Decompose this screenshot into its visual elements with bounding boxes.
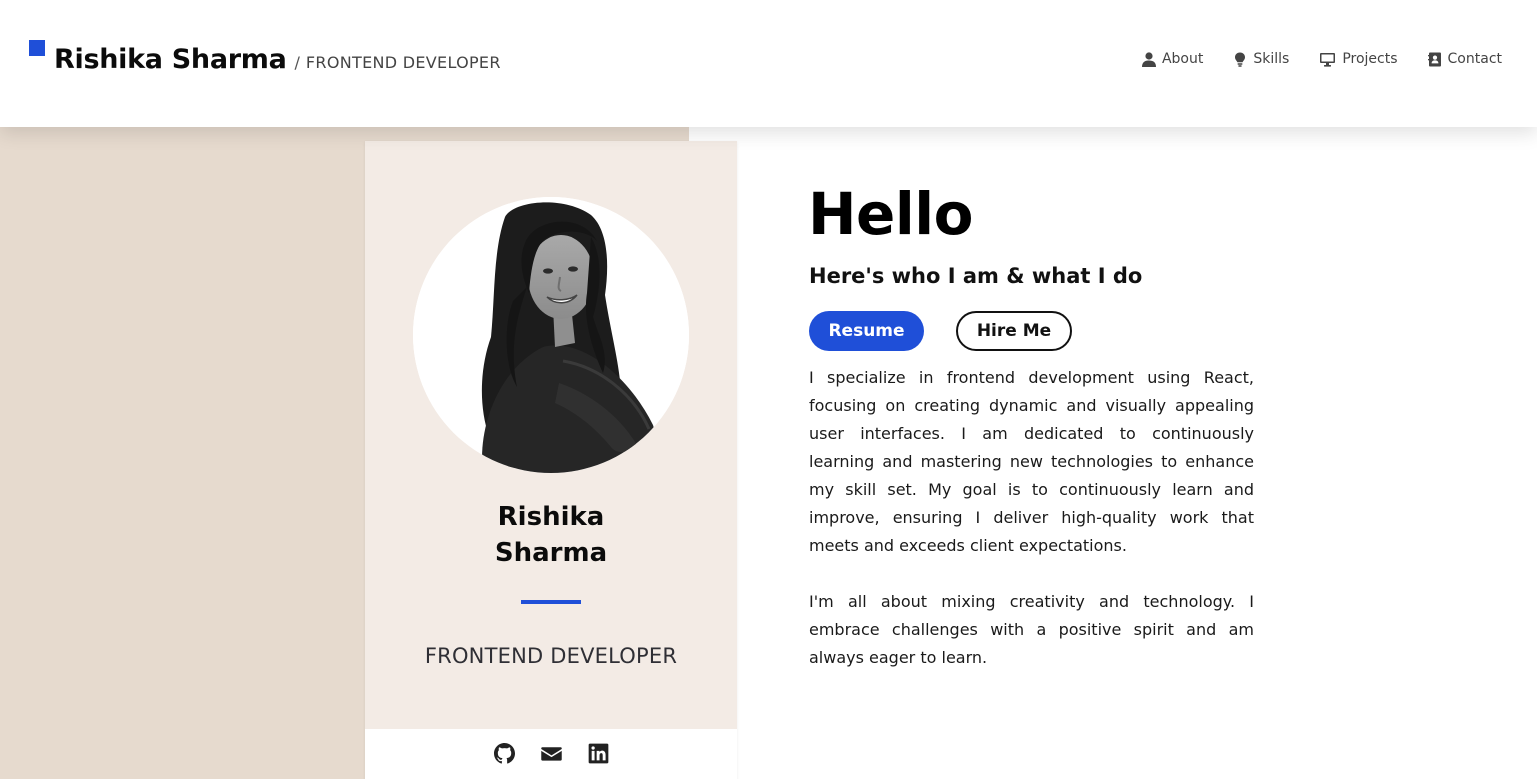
nav-label-about: About	[1161, 51, 1204, 67]
monitor-icon	[1320, 52, 1336, 67]
profile-role: FRONTEND DEVELOPER	[424, 644, 678, 668]
resume-button[interactable]: Resume	[809, 311, 924, 351]
bio: I specialize in frontend development usi…	[809, 364, 1254, 672]
bio-paragraph-2: I'm all about mixing creativity and tech…	[809, 592, 1254, 667]
user-icon	[1141, 51, 1156, 67]
nav-item-projects[interactable]: Projects	[1319, 51, 1398, 67]
profile-card: Rishika Sharma FRONTEND DEVELOPER	[365, 141, 737, 779]
brand-square-icon	[29, 40, 45, 56]
brand[interactable]: Rishika Sharma / FRONTEND DEVELOPER	[29, 40, 501, 75]
page: Rishika Sharma / FRONTEND DEVELOPER Abou…	[0, 0, 1537, 779]
address-book-icon	[1427, 52, 1441, 66]
nav-item-about[interactable]: About	[1141, 51, 1204, 67]
hero-subtitle: Here's who I am & what I do	[809, 264, 1143, 288]
hire-me-button[interactable]: Hire Me	[956, 311, 1072, 351]
nav-label-skills: Skills	[1253, 51, 1290, 67]
nav-label-projects: Projects	[1342, 51, 1398, 67]
profile-photo	[413, 197, 689, 473]
brand-name: Rishika Sharma	[54, 44, 287, 75]
profile-name: Rishika Sharma	[365, 499, 737, 571]
hero-greeting: Hello	[808, 180, 974, 248]
nav-label-contact: Contact	[1447, 51, 1502, 67]
nav-item-skills[interactable]: Skills	[1233, 51, 1289, 67]
brand-separator: /	[294, 53, 300, 72]
linkedin-icon[interactable]	[588, 743, 609, 764]
social-links	[365, 729, 737, 779]
profile-divider	[521, 600, 581, 604]
site-header: Rishika Sharma / FRONTEND DEVELOPER Abou…	[0, 0, 1537, 127]
nav-item-contact[interactable]: Contact	[1427, 51, 1502, 67]
main-nav: About Skills Projects Contact	[1141, 51, 1502, 67]
profile-photo-illustration	[413, 197, 689, 473]
brand-role: FRONTEND DEVELOPER	[305, 53, 501, 72]
profile-name-last: Sharma	[494, 538, 608, 568]
bio-paragraph-1: I specialize in frontend development usi…	[809, 368, 1254, 555]
lightbulb-icon	[1235, 52, 1246, 67]
profile-name-first: Rishika	[497, 502, 605, 532]
envelope-icon[interactable]	[540, 743, 562, 764]
github-icon[interactable]	[493, 743, 515, 764]
